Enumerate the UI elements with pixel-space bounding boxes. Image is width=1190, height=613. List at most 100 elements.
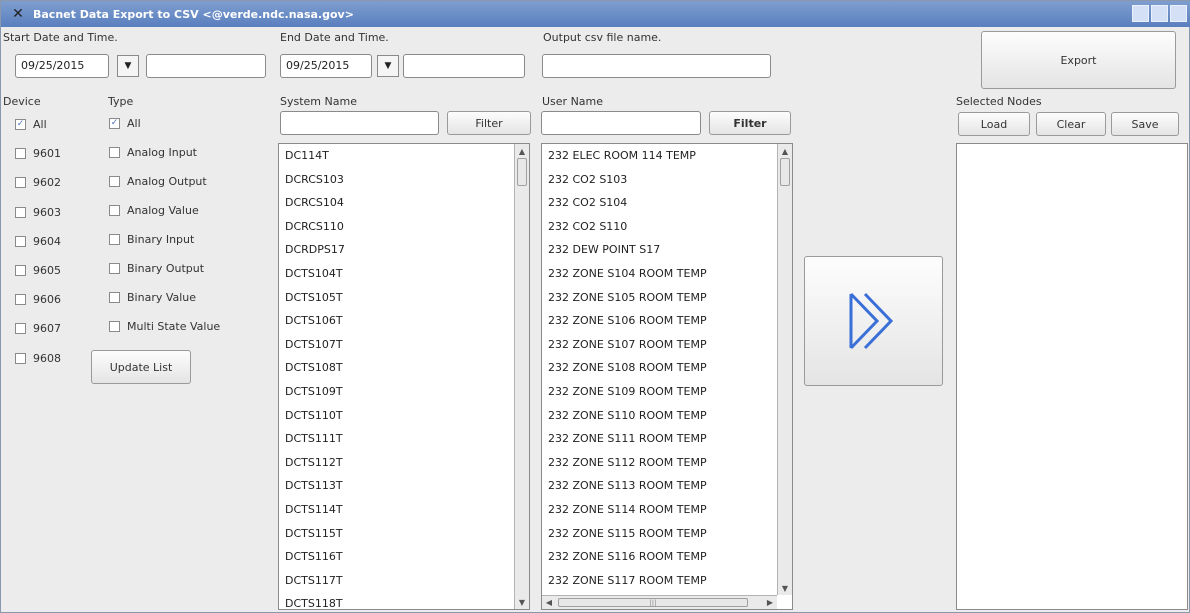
- type-checkbox-2[interactable]: Analog Output: [109, 175, 207, 188]
- list-item[interactable]: DCTS117T: [279, 569, 529, 593]
- clear-button[interactable]: Clear: [1036, 112, 1106, 136]
- list-item[interactable]: 232 ZONE S106 ROOM TEMP: [542, 309, 792, 333]
- end-time-field[interactable]: [403, 54, 525, 78]
- checkbox-box[interactable]: ✓: [15, 119, 26, 130]
- checkbox-box[interactable]: [109, 234, 120, 245]
- scroll-up-icon[interactable]: ▲: [515, 144, 529, 158]
- list-item[interactable]: DC114T: [279, 144, 529, 168]
- list-item[interactable]: DCRDPS17: [279, 238, 529, 262]
- load-button[interactable]: Load: [958, 112, 1030, 136]
- start-date-dropdown[interactable]: ▼: [117, 55, 139, 77]
- scroll-thumb[interactable]: |||: [558, 598, 748, 607]
- list-item[interactable]: 232 ZONE S116 ROOM TEMP: [542, 545, 792, 569]
- list-item[interactable]: 232 CO2 S103: [542, 168, 792, 192]
- list-item[interactable]: DCTS105T: [279, 286, 529, 310]
- list-item[interactable]: DCTS110T: [279, 404, 529, 428]
- checkbox-box[interactable]: [109, 321, 120, 332]
- checkbox-box[interactable]: [15, 352, 26, 364]
- list-item[interactable]: 232 DEW POINT S17: [542, 238, 792, 262]
- user-horizontal-scrollbar[interactable]: ◀ ||| ▶: [542, 595, 777, 609]
- list-item[interactable]: 232 ZONE S114 ROOM TEMP: [542, 498, 792, 522]
- system-vertical-scrollbar[interactable]: ▲ ▼: [514, 144, 529, 609]
- user-filter-button[interactable]: Filter: [709, 111, 791, 135]
- list-item[interactable]: 232 ZONE S117 ROOM TEMP: [542, 569, 792, 593]
- scroll-down-icon[interactable]: ▼: [515, 595, 529, 609]
- list-item[interactable]: DCTS107T: [279, 333, 529, 357]
- device-checkbox-6[interactable]: 9606: [15, 293, 61, 306]
- list-item[interactable]: 232 ZONE S112 ROOM TEMP: [542, 451, 792, 475]
- device-checkbox-8[interactable]: 9608: [15, 352, 61, 365]
- type-checkbox-1[interactable]: Analog Input: [109, 146, 197, 159]
- checkbox-box[interactable]: [15, 265, 26, 276]
- start-time-field[interactable]: [146, 54, 266, 78]
- end-date-field[interactable]: 09/25/2015: [280, 54, 372, 78]
- user-filter-input[interactable]: [541, 111, 701, 135]
- list-item[interactable]: DCTS111T: [279, 427, 529, 451]
- device-checkbox-5[interactable]: 9605: [15, 264, 61, 277]
- minimize-button[interactable]: [1132, 5, 1149, 22]
- selected-nodes-list[interactable]: [956, 143, 1188, 610]
- list-item[interactable]: 232 ZONE S107 ROOM TEMP: [542, 333, 792, 357]
- list-item[interactable]: DCTS116T: [279, 545, 529, 569]
- save-button[interactable]: Save: [1111, 112, 1179, 136]
- list-item[interactable]: DCTS104T: [279, 262, 529, 286]
- checkbox-box[interactable]: [15, 148, 26, 160]
- start-date-field[interactable]: 09/25/2015: [15, 54, 109, 78]
- checkbox-box[interactable]: [15, 177, 26, 189]
- list-item[interactable]: 232 ZONE S109 ROOM TEMP: [542, 380, 792, 404]
- scroll-down-icon[interactable]: ▼: [778, 581, 792, 595]
- checkbox-box[interactable]: [109, 176, 120, 187]
- list-item[interactable]: 232 ZONE S111 ROOM TEMP: [542, 427, 792, 451]
- list-item[interactable]: 232 ZONE S105 ROOM TEMP: [542, 286, 792, 310]
- type-checkbox-7[interactable]: Multi State Value: [109, 320, 220, 333]
- checkbox-box[interactable]: [109, 147, 120, 158]
- list-item[interactable]: 232 ZONE S110 ROOM TEMP: [542, 404, 792, 428]
- scroll-thumb[interactable]: [517, 158, 527, 186]
- user-name-list[interactable]: 232 ELEC ROOM 114 TEMP 232 CO2 S103 232 CO…: [541, 143, 793, 610]
- checkbox-box[interactable]: [109, 263, 120, 274]
- user-vertical-scrollbar[interactable]: ▲ ▼: [777, 144, 792, 595]
- device-checkbox-4[interactable]: 9604: [15, 235, 61, 248]
- list-item[interactable]: DCTS118T: [279, 592, 529, 609]
- maximize-button[interactable]: [1151, 5, 1168, 22]
- device-checkbox-0[interactable]: ✓ All: [15, 118, 47, 131]
- device-checkbox-1[interactable]: 9601: [15, 147, 61, 160]
- checkbox-box[interactable]: [109, 205, 120, 216]
- scroll-thumb[interactable]: [780, 158, 790, 186]
- export-button[interactable]: Export: [981, 31, 1176, 89]
- checkbox-box[interactable]: [15, 206, 26, 218]
- list-item[interactable]: 232 ELEC ROOM 114 TEMP: [542, 144, 792, 168]
- type-checkbox-6[interactable]: Binary Value: [109, 291, 196, 304]
- list-item[interactable]: DCRCS110: [279, 215, 529, 239]
- checkbox-box[interactable]: [109, 292, 120, 303]
- list-item[interactable]: DCTS109T: [279, 380, 529, 404]
- device-checkbox-7[interactable]: 9607: [15, 322, 61, 335]
- type-checkbox-0[interactable]: ✓ All: [109, 117, 141, 130]
- list-item[interactable]: 232 ZONE S113 ROOM TEMP: [542, 474, 792, 498]
- add-to-selection-button[interactable]: [804, 256, 943, 386]
- list-item[interactable]: 232 CO2 S110: [542, 215, 792, 239]
- list-item[interactable]: 232 ZONE S115 ROOM TEMP: [542, 522, 792, 546]
- type-checkbox-3[interactable]: Analog Value: [109, 204, 199, 217]
- checkbox-box[interactable]: [15, 235, 26, 247]
- output-file-field[interactable]: [542, 54, 771, 78]
- list-item[interactable]: DCTS114T: [279, 498, 529, 522]
- scroll-left-icon[interactable]: ◀: [542, 596, 556, 609]
- list-item[interactable]: DCTS115T: [279, 522, 529, 546]
- system-filter-input[interactable]: [280, 111, 439, 135]
- end-date-dropdown[interactable]: ▼: [377, 55, 399, 77]
- list-item[interactable]: DCRCS103: [279, 168, 529, 192]
- checkbox-box[interactable]: [15, 294, 26, 306]
- device-checkbox-3[interactable]: 9603: [15, 206, 61, 219]
- system-filter-button[interactable]: Filter: [447, 111, 531, 135]
- device-checkbox-2[interactable]: 9602: [15, 176, 61, 189]
- update-list-button[interactable]: Update List: [91, 350, 191, 384]
- list-item[interactable]: DCTS106T: [279, 309, 529, 333]
- list-item[interactable]: DCTS112T: [279, 451, 529, 475]
- list-item[interactable]: DCRCS104: [279, 191, 529, 215]
- list-item[interactable]: 232 ZONE S108 ROOM TEMP: [542, 356, 792, 380]
- scroll-up-icon[interactable]: ▲: [778, 144, 792, 158]
- list-item[interactable]: 232 CO2 S104: [542, 191, 792, 215]
- list-item[interactable]: DCTS113T: [279, 474, 529, 498]
- list-item[interactable]: DCTS108T: [279, 356, 529, 380]
